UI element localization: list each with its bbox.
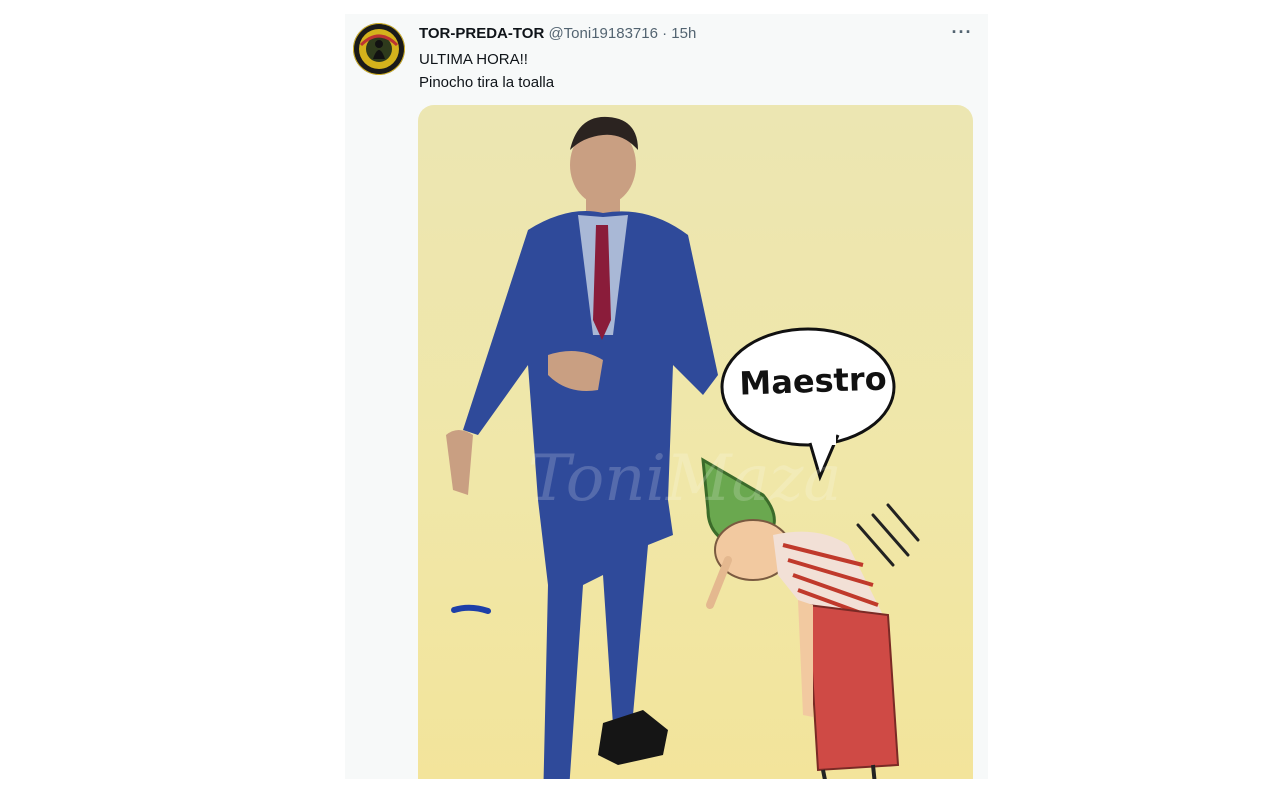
more-options-button[interactable]: ··· bbox=[950, 22, 974, 46]
speech-bubble-text: Maestro bbox=[738, 359, 888, 403]
watermark: ToniMaza bbox=[528, 442, 842, 516]
tweet-text-line: Pinocho tira la toalla bbox=[419, 74, 555, 91]
tweet-text-line: ULTIMA HORA!! bbox=[419, 51, 528, 68]
author-avatar[interactable] bbox=[353, 23, 405, 75]
tweet-text: ULTIMA HORA!! Pinocho tira la toalla bbox=[419, 48, 554, 94]
more-horizontal-icon: ··· bbox=[951, 22, 973, 42]
tweet-media-image[interactable]: ToniMaza Maestro bbox=[418, 105, 973, 779]
tweet-time[interactable]: 15h bbox=[671, 25, 696, 42]
tweet-header: TOR-PREDA-TOR @Toni19183716 · 15h bbox=[419, 24, 696, 44]
meta-separator: · bbox=[662, 25, 668, 42]
author-name[interactable]: TOR-PREDA-TOR bbox=[419, 25, 544, 42]
author-handle[interactable]: @Toni19183716 bbox=[548, 25, 657, 42]
tweet-card[interactable]: TOR-PREDA-TOR @Toni19183716 · 15h ··· UL… bbox=[345, 14, 988, 779]
meme-illustration: ToniMaza bbox=[446, 116, 920, 779]
avatar-image bbox=[354, 24, 404, 74]
